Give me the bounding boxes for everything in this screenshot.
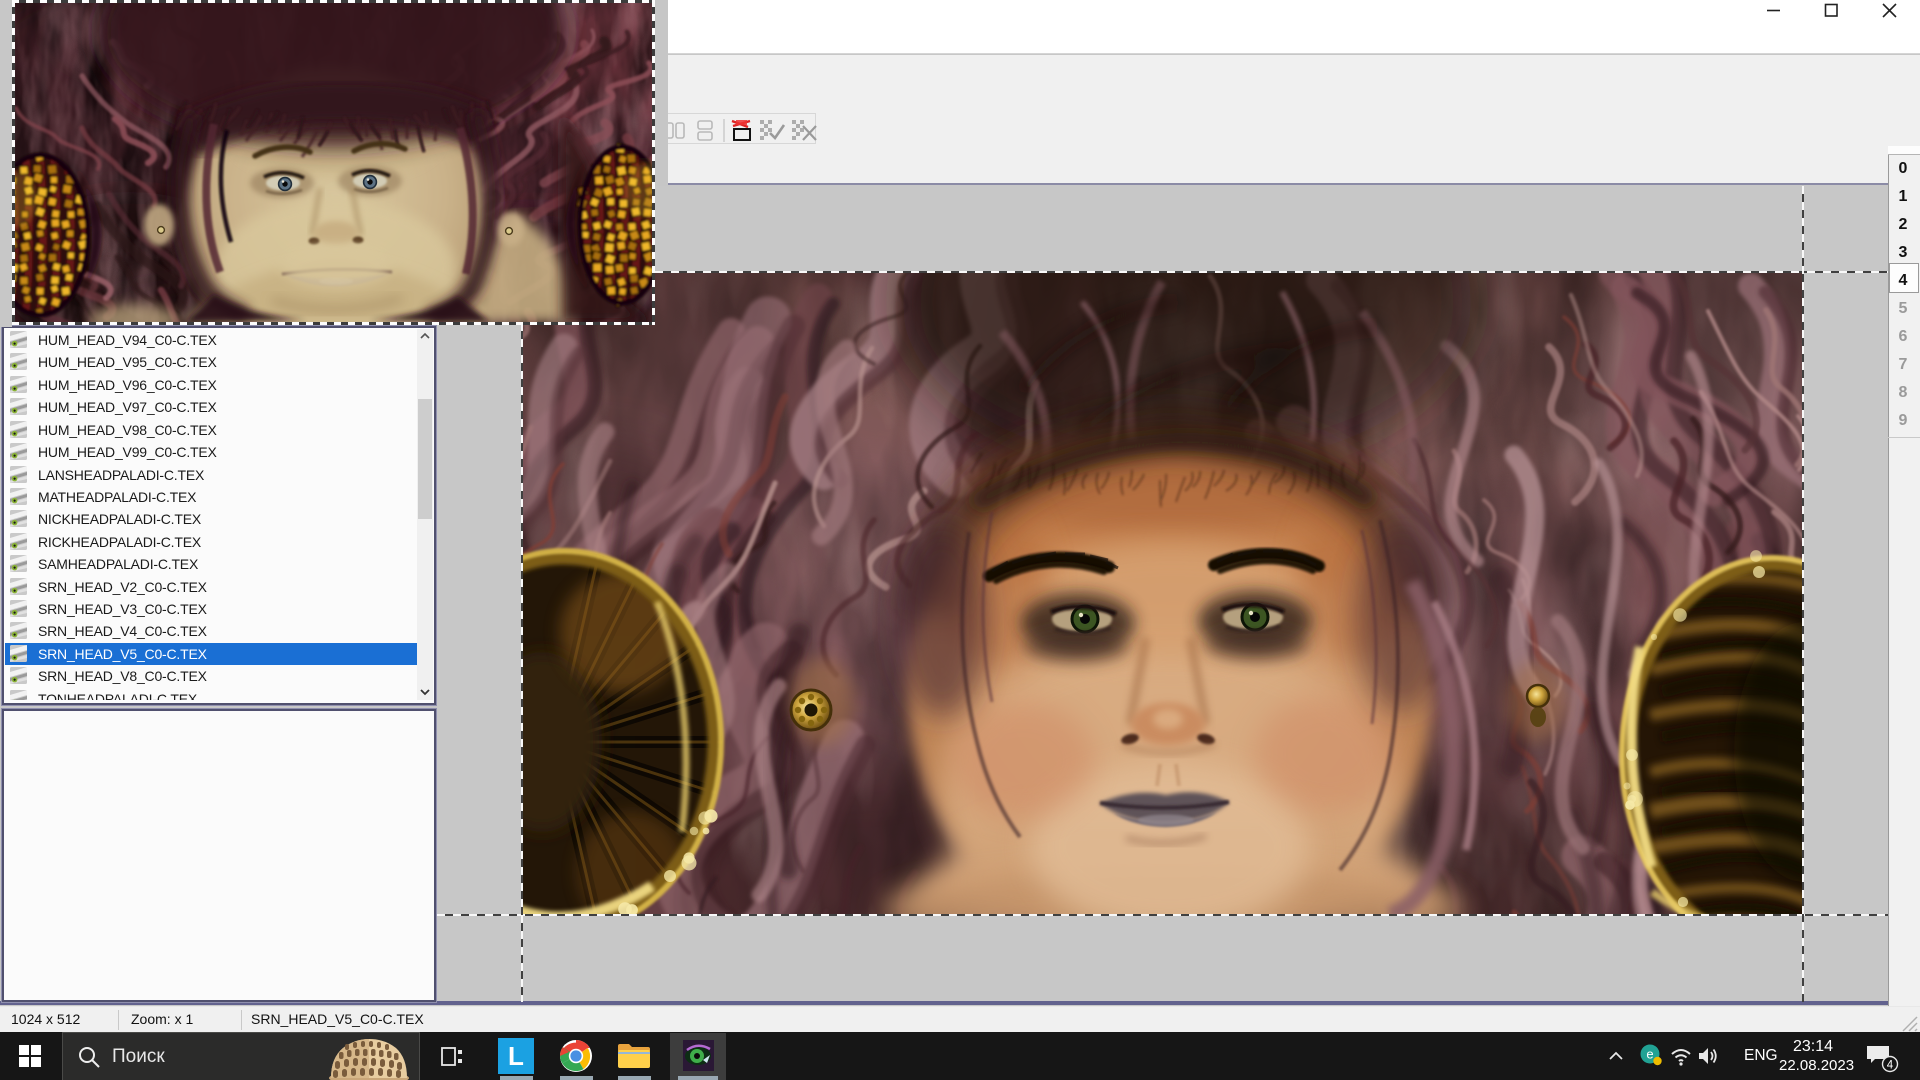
svg-text:4: 4 (1887, 1060, 1894, 1072)
svg-text:e: e (1646, 1047, 1653, 1062)
